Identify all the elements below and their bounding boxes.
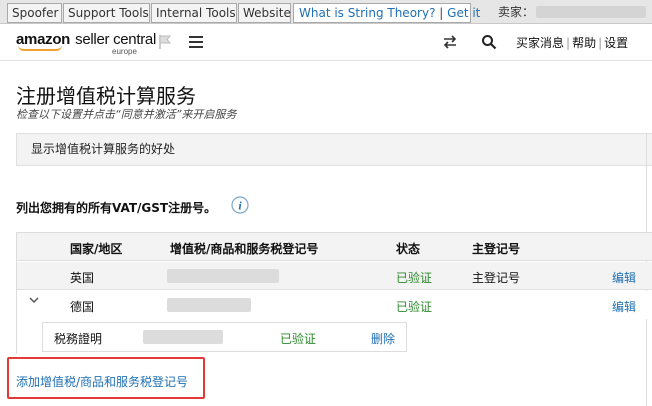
col-country: 国家/地区 bbox=[70, 242, 123, 256]
col-vat-number: 增值税/商品和服务税登记号 bbox=[170, 242, 319, 256]
header-links: 买家消息 | 帮助 | 设置 bbox=[516, 34, 628, 51]
tab-spoofer[interactable]: Spoofer bbox=[7, 3, 62, 23]
menu-icon[interactable] bbox=[189, 36, 203, 48]
vat-number-redacted bbox=[167, 298, 251, 312]
page-subtitle: 检查以下设置并点击“同意并激活”来开启服务 bbox=[16, 108, 237, 121]
dev-toolbar: Spoofer Support Tools Internal Tools Web… bbox=[0, 0, 652, 24]
row-status: 已验证 bbox=[396, 300, 433, 314]
add-vat-number-link[interactable]: 添加增值税/商品和服务税登记号 bbox=[16, 373, 188, 390]
tab-website[interactable]: Website bbox=[238, 3, 291, 23]
row-country: 德国 bbox=[70, 300, 95, 314]
edit-link[interactable]: 编辑 bbox=[612, 269, 636, 286]
get-it-link[interactable]: Get it bbox=[447, 6, 480, 20]
certificate-label: 税務證明 bbox=[54, 332, 103, 346]
buyer-messages-link[interactable]: 买家消息 bbox=[516, 36, 564, 50]
table-row: 英国 已验证 主登记号 编辑 bbox=[17, 262, 652, 290]
settings-link[interactable]: 设置 bbox=[604, 36, 628, 50]
seller-name-redacted bbox=[536, 6, 646, 18]
string-theory-link[interactable]: What is String Theory? bbox=[299, 6, 435, 20]
vat-number-redacted bbox=[167, 269, 279, 283]
tab-internal-tools[interactable]: Internal Tools bbox=[151, 3, 237, 23]
certificate-status: 已验证 bbox=[280, 332, 317, 346]
col-status: 状态 bbox=[396, 242, 421, 256]
row-country: 英国 bbox=[70, 271, 95, 285]
logo-product: seller central bbox=[75, 31, 156, 48]
col-primary: 主登记号 bbox=[472, 242, 521, 256]
page-title: 注册增值税计算服务 bbox=[16, 84, 196, 108]
seller-central-logo[interactable]: amazon seller central europe bbox=[16, 29, 156, 56]
tax-certificate-row: 税務證明 已验证 删除 bbox=[42, 322, 407, 352]
delete-link[interactable]: 删除 bbox=[371, 330, 395, 347]
swap-arrows-icon[interactable] bbox=[442, 34, 458, 50]
edit-link[interactable]: 编辑 bbox=[612, 298, 636, 315]
link-separator: | bbox=[439, 6, 444, 20]
row-primary: 主登记号 bbox=[472, 271, 521, 285]
table-row: 德国 已验证 编辑 bbox=[17, 291, 652, 319]
search-icon[interactable] bbox=[481, 34, 497, 50]
app-header: amazon seller central europe 买家消息 | 帮助 | 设置 bbox=[0, 25, 652, 61]
info-icon[interactable]: i bbox=[231, 196, 249, 214]
header-link-separator: | bbox=[598, 36, 603, 50]
logo-region: europe bbox=[112, 47, 137, 56]
flag-icon[interactable] bbox=[158, 34, 172, 50]
tab-support-tools[interactable]: Support Tools bbox=[63, 3, 150, 23]
string-theory-link-box: What is String Theory? | Get it bbox=[293, 3, 480, 23]
header-link-separator: | bbox=[566, 36, 571, 50]
vat-list-label: 列出您拥有的所有VAT/GST注册号。 bbox=[16, 201, 217, 215]
row-status: 已验证 bbox=[396, 271, 433, 285]
certificate-file-redacted bbox=[143, 330, 223, 344]
table-header: 国家/地区 增值税/商品和服务税登记号 状态 主登记号 bbox=[17, 233, 652, 261]
logo-smile-icon bbox=[18, 45, 62, 51]
chevron-down-icon[interactable] bbox=[29, 295, 39, 305]
seller-label: 卖家： bbox=[498, 5, 535, 19]
benefit-expander[interactable]: 显示增值税计算服务的好处 bbox=[16, 133, 652, 166]
help-link[interactable]: 帮助 bbox=[572, 36, 596, 50]
